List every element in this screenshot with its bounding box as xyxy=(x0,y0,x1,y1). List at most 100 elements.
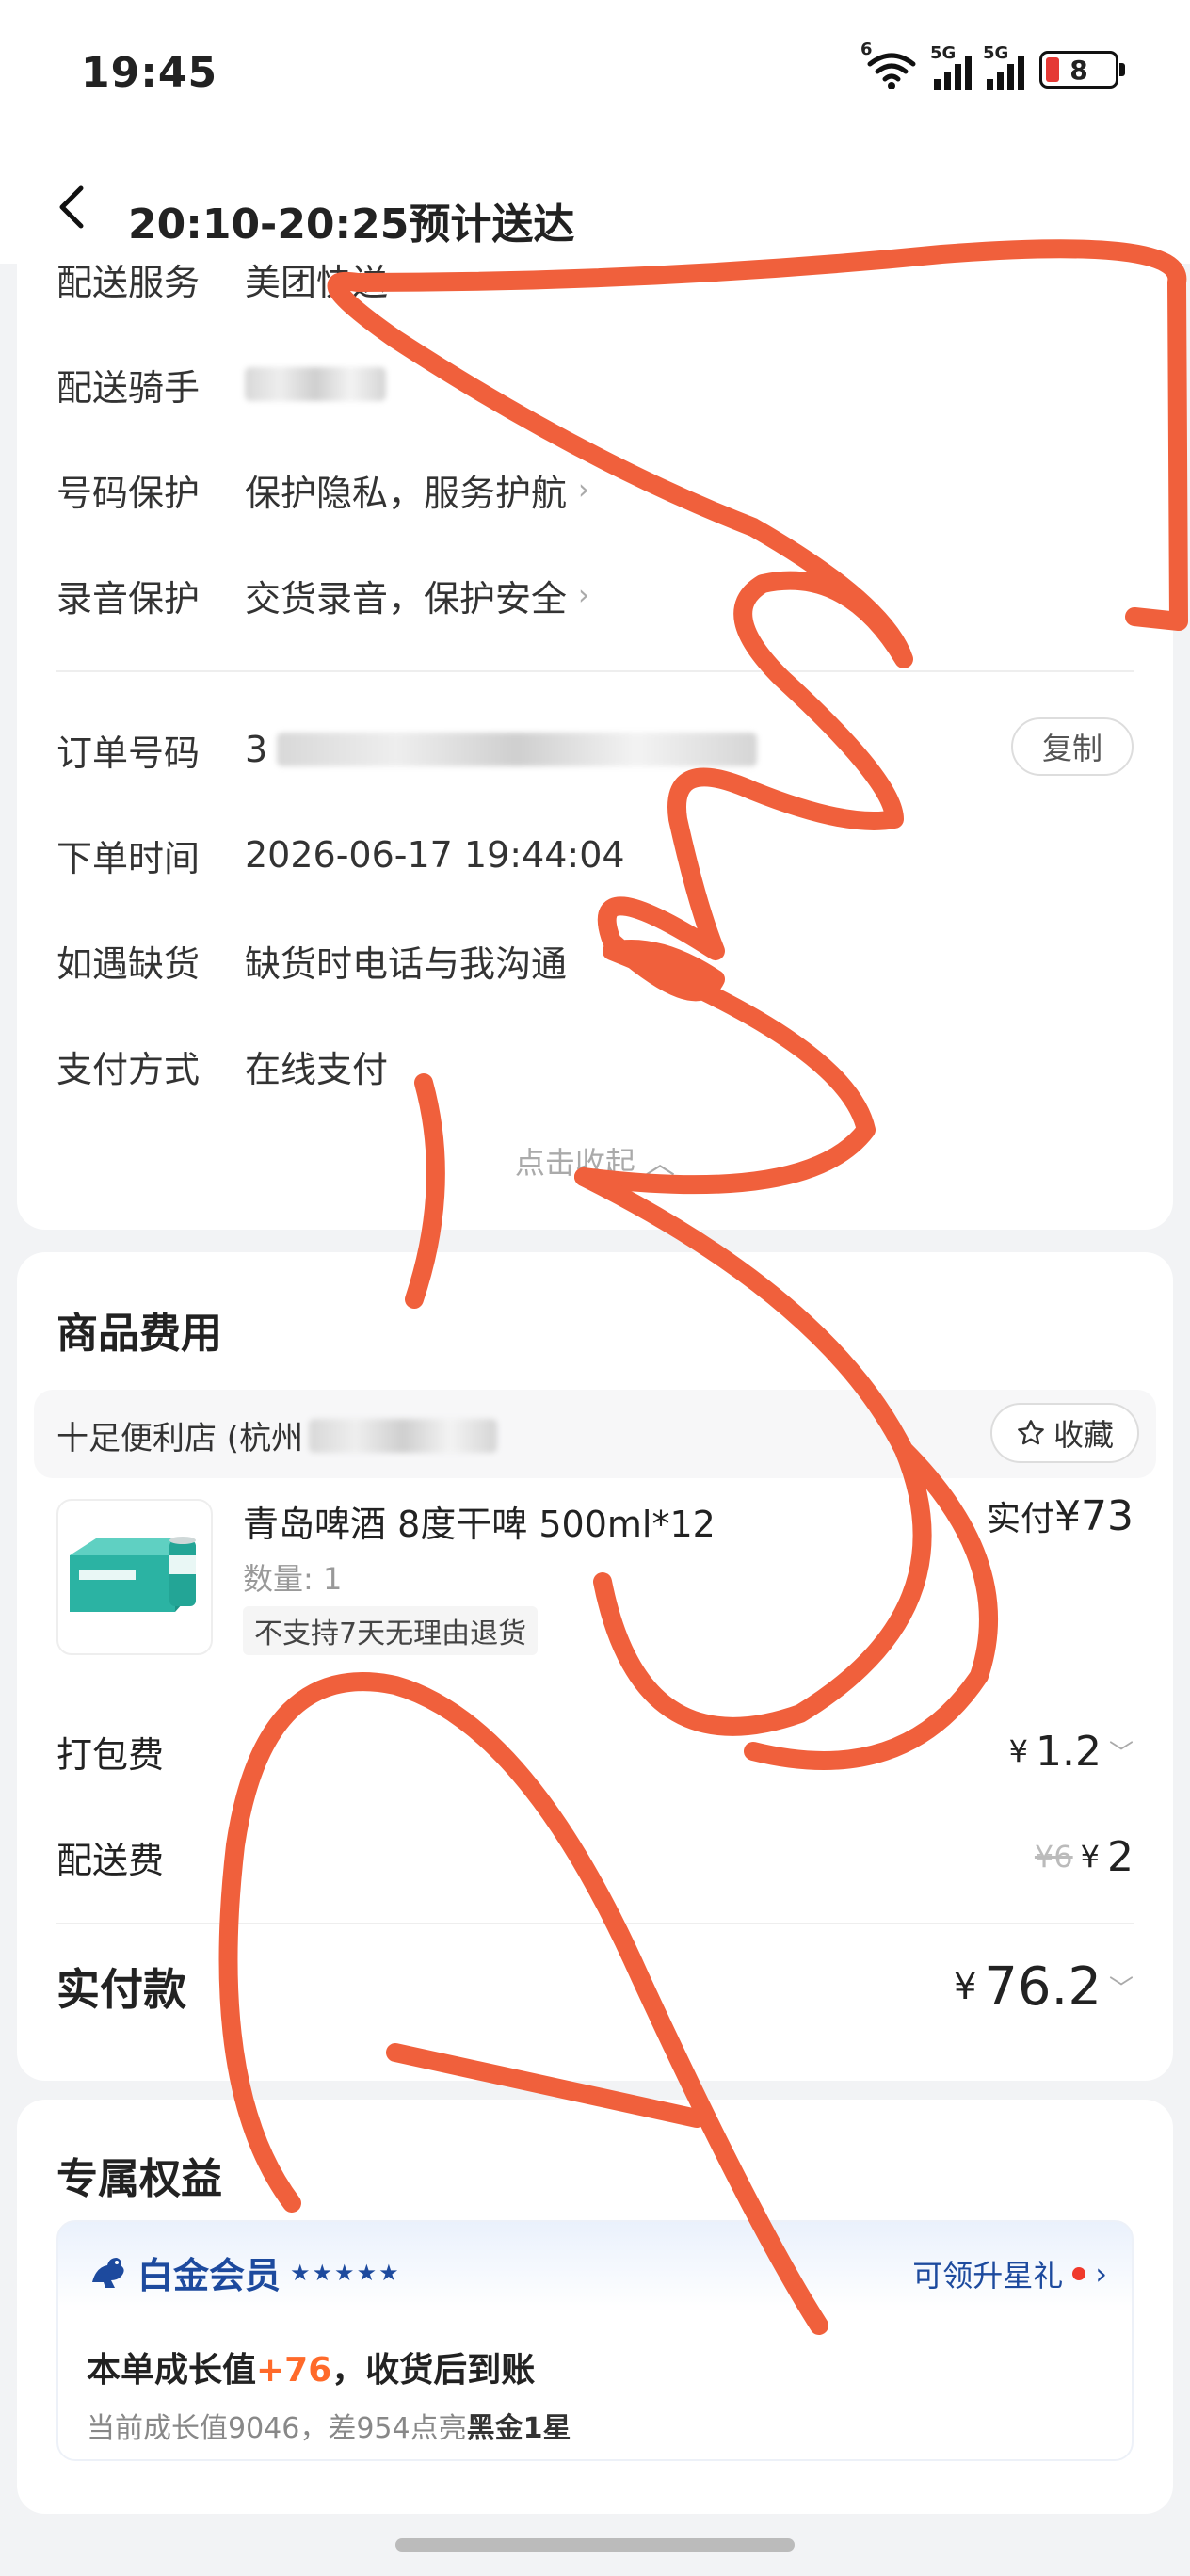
out-of-stock-label: 如遇缺货 xyxy=(56,942,201,985)
order-time-value: 2026-06-17 19:44:04 xyxy=(245,834,625,876)
chevron-down-icon: ﹀ xyxy=(1108,1739,1134,1768)
out-of-stock-row: 如遇缺货 缺货时电话与我沟通 xyxy=(56,932,567,989)
payment-row: 支付方式 在线支付 xyxy=(56,1038,388,1094)
chevron-down-icon: ﹀ xyxy=(1108,1974,1134,2004)
growth-sub-bold: 黑金1星 xyxy=(466,2412,571,2445)
status-time: 19:45 xyxy=(81,49,218,97)
signal-1-icon: 5G xyxy=(930,43,972,90)
upgrade-label: 可领升星礼 xyxy=(912,2258,1064,2294)
growth-prefix: 本单成长值 xyxy=(87,2351,257,2390)
chevron-right-icon: › xyxy=(578,578,590,612)
number-protect-label: 号码保护 xyxy=(56,472,201,514)
delivery-fee-value: 2 xyxy=(1107,1832,1134,1881)
growth-line: 本单成长值+76，收货后到账 xyxy=(87,2343,535,2391)
status-bar: 19:45 6 5G 5G 8 xyxy=(0,0,1190,151)
number-protect-row[interactable]: 号码保护 保护隐私，服务护航 › xyxy=(56,461,589,518)
upgrade-gift-link[interactable]: 可领升星礼 › xyxy=(912,2252,1107,2295)
favorite-button[interactable]: 收藏 xyxy=(990,1403,1139,1463)
order-number-row: 订单号码 3 xyxy=(56,721,758,778)
benefits-card: 专属权益 白金会员 ★★★★★ 可领升星礼 › 本单成长值+76，收货后到账 当… xyxy=(17,2100,1173,2514)
order-number-blurred xyxy=(277,733,758,766)
battery-icon: 8 xyxy=(1039,51,1125,89)
red-dot-badge xyxy=(1072,2267,1086,2280)
product-price-label: 实付 xyxy=(987,1500,1055,1538)
back-button[interactable] xyxy=(47,179,104,235)
kangaroo-logo-icon xyxy=(92,2257,124,2288)
growth-suffix: ，收货后到账 xyxy=(331,2351,536,2390)
product-quantity: 数量: 1 xyxy=(243,1561,343,1597)
product-price: 实付¥73 xyxy=(987,1491,1134,1540)
divider xyxy=(56,670,1134,672)
total-amount: ¥76.2 ﹀ xyxy=(954,1956,1134,2018)
total-row[interactable]: 实付款 ¥76.2 ﹀ xyxy=(56,1949,1134,2024)
member-stars: ★★★★★ xyxy=(290,2259,401,2286)
member-title: 白金会员 xyxy=(137,2255,281,2296)
payment-label: 支付方式 xyxy=(56,1048,201,1090)
recording-value: 交货录音，保护安全 xyxy=(245,577,568,620)
header: 20:10-20:25预计送达 xyxy=(0,151,1190,264)
star-icon xyxy=(1018,1420,1044,1445)
total-label: 实付款 xyxy=(56,1964,186,2015)
packing-fee-value: 1.2 xyxy=(1036,1727,1102,1776)
growth-subline: 当前成长值9046，差954点亮黑金1星 xyxy=(87,2405,571,2446)
home-indicator[interactable] xyxy=(395,2538,795,2552)
wifi-badge: 6 xyxy=(860,40,873,59)
wifi-icon: 6 xyxy=(860,40,919,90)
store-name-wrap: 十足便利店 (杭州 xyxy=(56,1412,498,1458)
packing-fee-row[interactable]: 打包费 ¥1.2 ﹀ xyxy=(56,1723,1134,1779)
delivery-fee-original: ¥6 xyxy=(1034,1839,1073,1875)
packing-fee-amount: ¥1.2 ﹀ xyxy=(1009,1728,1134,1776)
store-bar[interactable]: 十足便利店 (杭州 收藏 xyxy=(34,1390,1156,1478)
order-time-row: 下单时间 2026-06-17 19:44:04 xyxy=(56,827,625,883)
order-time-label: 下单时间 xyxy=(56,837,201,879)
delivery-fee-label: 配送费 xyxy=(56,1839,165,1881)
store-name: 十足便利店 (杭州 xyxy=(56,1420,304,1457)
benefits-section-title: 专属权益 xyxy=(56,2155,222,2203)
packing-fee-label: 打包费 xyxy=(56,1733,165,1776)
chevron-right-icon: › xyxy=(1095,2256,1107,2292)
signal-2-label: 5G xyxy=(983,43,1009,63)
divider xyxy=(56,1923,1134,1924)
product-thumbnail[interactable] xyxy=(56,1499,213,1655)
beer-case-image xyxy=(70,1537,196,1612)
delivery-fee-currency: ¥ xyxy=(1080,1839,1100,1875)
recording-label: 录音保护 xyxy=(56,577,201,620)
member-box[interactable]: 白金会员 ★★★★★ 可领升星礼 › 本单成长值+76，收货后到账 当前成长值9… xyxy=(56,2220,1134,2461)
collapse-button[interactable]: 点击收起 ︿ xyxy=(17,1139,1173,1183)
rider-label: 配送骑手 xyxy=(56,366,201,409)
favorite-label: 收藏 xyxy=(1053,1417,1114,1453)
signal-1-label: 5G xyxy=(930,43,957,63)
payment-value: 在线支付 xyxy=(245,1048,389,1090)
goods-fee-card: 商品费用 十足便利店 (杭州 收藏 青岛啤酒 8度干啤 500ml*12 数量:… xyxy=(17,1252,1173,2081)
order-number-prefix: 3 xyxy=(245,729,268,770)
rider-row: 配送骑手 xyxy=(56,356,386,412)
product-price-value: ¥73 xyxy=(1054,1492,1134,1540)
order-info-card: 配送服务 美团快送 配送骑手 号码保护 保护隐私，服务护航 › 录音保护 交货录… xyxy=(17,188,1173,1230)
chevron-left-icon xyxy=(59,185,84,229)
chevron-up-icon: ︿ xyxy=(645,1145,676,1181)
copy-button[interactable]: 复制 xyxy=(1011,717,1134,776)
growth-sub-prefix: 当前成长值9046，差954点亮 xyxy=(87,2412,467,2445)
page-title: 20:10-20:25预计送达 xyxy=(128,201,575,249)
total-value: 76.2 xyxy=(984,1956,1102,2018)
goods-section-title: 商品费用 xyxy=(56,1310,222,1358)
order-number-label: 订单号码 xyxy=(56,732,201,774)
store-name-blurred xyxy=(309,1418,498,1453)
collapse-label: 点击收起 xyxy=(514,1145,635,1181)
member-title-wrap: 白金会员 ★★★★★ xyxy=(87,2246,401,2298)
chevron-right-icon: › xyxy=(578,473,590,507)
delivery-fee-amount: ¥6 ¥2 xyxy=(1035,1833,1134,1881)
rider-name-blurred xyxy=(245,367,386,401)
product-name[interactable]: 青岛啤酒 8度干啤 500ml*12 xyxy=(243,1495,770,1547)
number-protect-value: 保护隐私，服务护航 xyxy=(245,472,568,514)
signal-2-icon: 5G xyxy=(983,43,1024,90)
packing-fee-currency: ¥ xyxy=(1008,1733,1028,1769)
total-currency: ¥ xyxy=(954,1966,977,2007)
growth-value: +76 xyxy=(256,2351,332,2390)
recording-row[interactable]: 录音保护 交货录音，保护安全 › xyxy=(56,567,589,623)
status-icons: 6 5G 5G 8 xyxy=(860,40,1125,90)
product-tag: 不支持7天无理由退货 xyxy=(243,1606,539,1655)
out-of-stock-value: 缺货时电话与我沟通 xyxy=(245,942,568,985)
delivery-fee-row: 配送费 ¥6 ¥2 xyxy=(56,1828,1134,1885)
battery-level: 8 xyxy=(1069,54,1088,86)
